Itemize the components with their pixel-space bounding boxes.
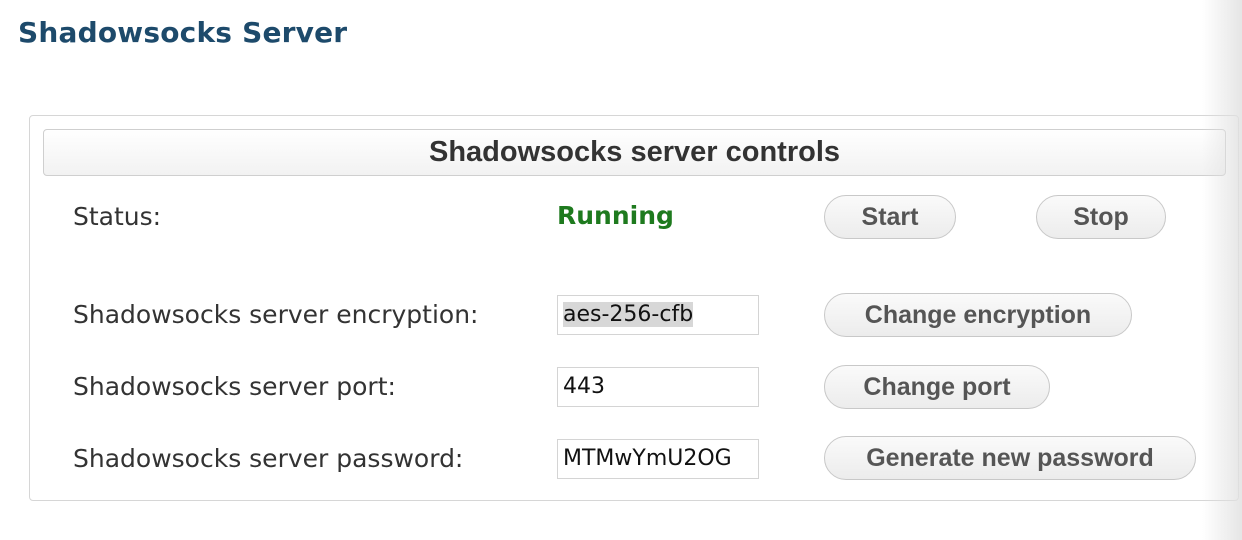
page-title: Shadowsocks Server — [18, 16, 348, 49]
window-edge-shadow — [1202, 0, 1242, 540]
status-value: Running — [557, 201, 674, 230]
encryption-label: Shadowsocks server encryption: — [73, 300, 479, 329]
password-value: MTMwYmU2OG — [563, 446, 732, 471]
panel-header: Shadowsocks server controls — [43, 129, 1226, 176]
port-label: Shadowsocks server port: — [73, 372, 396, 401]
port-value: 443 — [563, 374, 605, 399]
password-field[interactable]: MTMwYmU2OG — [557, 439, 759, 479]
server-controls-panel: Shadowsocks server controls Status: Runn… — [29, 115, 1239, 501]
start-button[interactable]: Start — [824, 195, 956, 239]
change-port-button[interactable]: Change port — [824, 365, 1050, 409]
password-label: Shadowsocks server password: — [73, 444, 464, 473]
encryption-value: aes-256-cfb — [563, 302, 694, 327]
port-field[interactable]: 443 — [557, 367, 759, 407]
status-label: Status: — [73, 202, 162, 231]
generate-password-button[interactable]: Generate new password — [824, 436, 1196, 480]
change-encryption-button[interactable]: Change encryption — [824, 293, 1132, 337]
stop-button[interactable]: Stop — [1036, 195, 1166, 239]
encryption-field[interactable]: aes-256-cfb — [557, 295, 759, 335]
